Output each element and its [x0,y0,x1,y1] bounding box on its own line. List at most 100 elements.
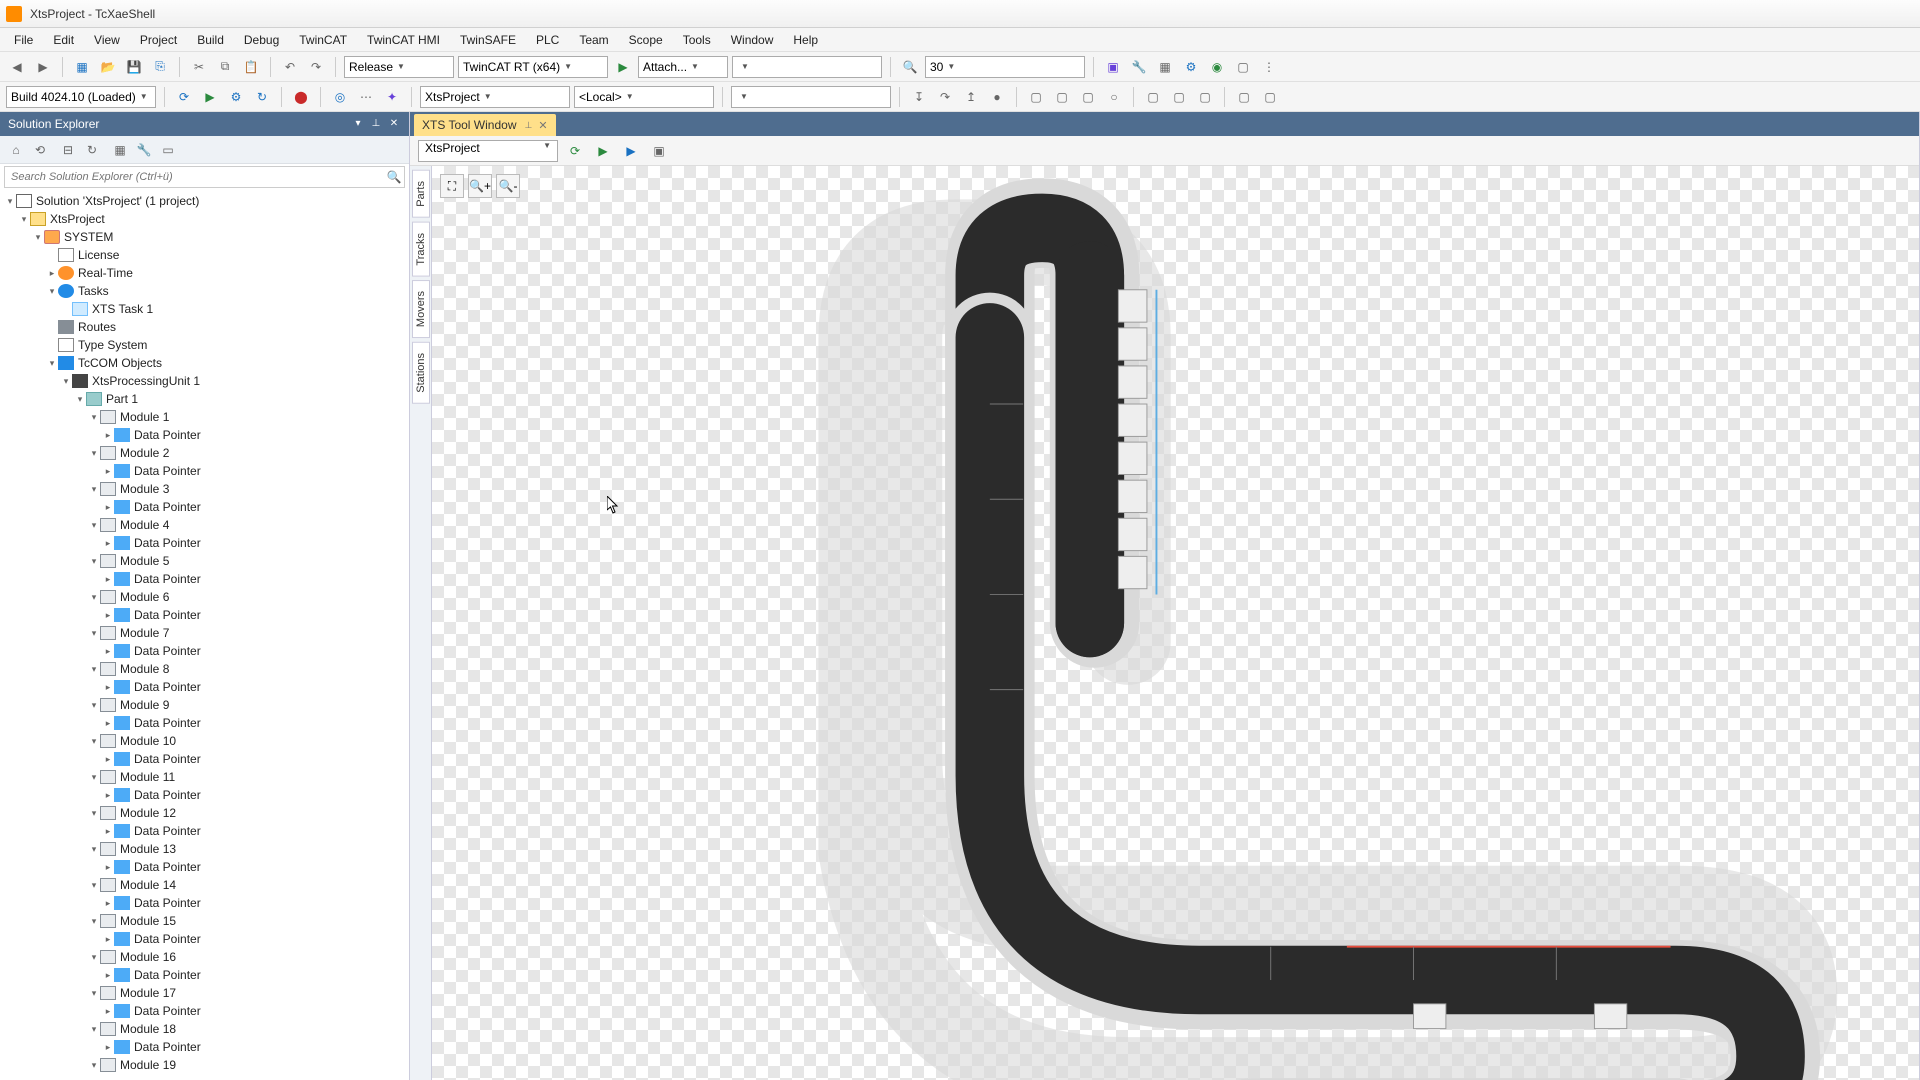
project-dropdown[interactable]: XtsProject▼ [420,86,570,108]
node-task1[interactable]: XTS Task 1 [0,300,409,318]
redo-icon[interactable]: ↷ [305,56,327,78]
tc-icon-1[interactable]: ▣ [1102,56,1124,78]
panel-dropdown-icon[interactable]: ▾ [351,117,365,131]
cut-icon[interactable]: ✂ [188,56,210,78]
tc-icon-2[interactable]: ▦ [1154,56,1176,78]
expander-icon[interactable]: ▾ [46,358,58,369]
node-datapointer-11[interactable]: ▸Data Pointer [0,786,409,804]
expander-icon[interactable]: ▾ [18,214,30,225]
menu-window[interactable]: Window [721,30,784,50]
expander-icon[interactable]: ▾ [88,736,100,747]
step-over-icon[interactable]: ↷ [934,86,956,108]
node-module-15[interactable]: ▾Module 15 [0,912,409,930]
expander-icon[interactable]: ▸ [102,1042,114,1053]
expander-icon[interactable]: ▸ [102,790,114,801]
save-all-icon[interactable]: ⎘ [149,56,171,78]
search-input[interactable] [5,171,384,183]
tc-scope-icon[interactable]: ◎ [329,86,351,108]
node-module-14[interactable]: ▾Module 14 [0,876,409,894]
node-module-18[interactable]: ▾Module 18 [0,1020,409,1038]
node-datapointer-16[interactable]: ▸Data Pointer [0,966,409,984]
node-tccom[interactable]: ▾TcCOM Objects [0,354,409,372]
menu-plc[interactable]: PLC [526,30,569,50]
node-datapointer-7[interactable]: ▸Data Pointer [0,642,409,660]
expander-icon[interactable]: ▸ [102,1006,114,1017]
node-datapointer-12[interactable]: ▸Data Pointer [0,822,409,840]
node-project[interactable]: ▾XtsProject [0,210,409,228]
node-module-3[interactable]: ▾Module 3 [0,480,409,498]
zoom-out-icon[interactable]: 🔍- [496,174,520,198]
side-tab-stations[interactable]: Stations [412,342,430,404]
step-into-icon[interactable]: ↧ [908,86,930,108]
expander-icon[interactable]: ▾ [88,484,100,495]
expander-icon[interactable]: ▾ [88,844,100,855]
bp-icon[interactable]: ● [986,86,1008,108]
node-datapointer-8[interactable]: ▸Data Pointer [0,678,409,696]
expander-icon[interactable]: ▸ [102,862,114,873]
expander-icon[interactable]: ▾ [88,772,100,783]
expander-icon[interactable]: ▸ [102,538,114,549]
preview-icon[interactable]: ▭ [158,140,178,160]
node-module-13[interactable]: ▾Module 13 [0,840,409,858]
menu-edit[interactable]: Edit [43,30,84,50]
wrench-icon[interactable]: 🔧 [1128,56,1150,78]
node-xpu[interactable]: ▾XtsProcessingUnit 1 [0,372,409,390]
tab-close-icon[interactable]: ✕ [538,119,547,132]
build-dropdown[interactable]: Build 4024.10 (Loaded)▼ [6,86,156,108]
search-icon[interactable]: 🔍 [384,170,404,184]
menu-twinsafe[interactable]: TwinSAFE [450,30,526,50]
zoom-fit-icon[interactable]: ⛶ [440,174,464,198]
number-field[interactable]: 30▼ [925,56,1085,78]
expander-icon[interactable]: ▸ [102,898,114,909]
properties-icon[interactable]: 🔧 [134,140,154,160]
side-tab-parts[interactable]: Parts [412,170,430,218]
expander-icon[interactable]: ▾ [88,808,100,819]
node-datapointer-4[interactable]: ▸Data Pointer [0,534,409,552]
side-tab-tracks[interactable]: Tracks [412,222,430,277]
expander-icon[interactable]: ▸ [102,970,114,981]
menu-debug[interactable]: Debug [234,30,289,50]
collapse-icon[interactable]: ⊟ [58,140,78,160]
misc-h-icon[interactable]: ▢ [1233,86,1255,108]
expander-icon[interactable]: ▾ [88,880,100,891]
node-datapointer-14[interactable]: ▸Data Pointer [0,894,409,912]
expander-icon[interactable]: ▾ [88,1060,100,1071]
node-module-10[interactable]: ▾Module 10 [0,732,409,750]
expander-icon[interactable]: ▾ [88,628,100,639]
tc-config-icon[interactable]: ⚙ [225,86,247,108]
node-module-17[interactable]: ▾Module 17 [0,984,409,1002]
tc-stop-icon[interactable]: ⬤ [290,86,312,108]
node-module-6[interactable]: ▾Module 6 [0,588,409,606]
node-datapointer-10[interactable]: ▸Data Pointer [0,750,409,768]
menu-tools[interactable]: Tools [673,30,721,50]
node-module-11[interactable]: ▾Module 11 [0,768,409,786]
misc-i-icon[interactable]: ▢ [1259,86,1281,108]
expander-icon[interactable]: ▾ [88,916,100,927]
expander-icon[interactable]: ▾ [88,952,100,963]
node-module-7[interactable]: ▾Module 7 [0,624,409,642]
panel-pin-icon[interactable]: ⊥ [369,117,383,131]
expander-icon[interactable]: ▾ [88,448,100,459]
expander-icon[interactable]: ▾ [74,394,86,405]
showall-icon[interactable]: ▦ [110,140,130,160]
step-out-icon[interactable]: ↥ [960,86,982,108]
solution-tree[interactable]: ▾Solution 'XtsProject' (1 project)▾XtsPr… [0,190,409,1080]
empty-dropdown[interactable]: ▼ [731,86,891,108]
node-datapointer-15[interactable]: ▸Data Pointer [0,930,409,948]
tc-run-icon[interactable]: ▶ [199,86,221,108]
expander-icon[interactable]: ▸ [102,682,114,693]
attach-dropdown[interactable]: Attach...▼ [638,56,728,78]
doc-play-icon[interactable]: ▶ [592,140,614,162]
node-datapointer-17[interactable]: ▸Data Pointer [0,1002,409,1020]
node-module-4[interactable]: ▾Module 4 [0,516,409,534]
refresh-icon[interactable]: ↻ [82,140,102,160]
expander-icon[interactable]: ▾ [60,376,72,387]
node-module-9[interactable]: ▾Module 9 [0,696,409,714]
misc-c-icon[interactable]: ▢ [1077,86,1099,108]
nav-back-icon[interactable]: ◀ [6,56,28,78]
platform-dropdown[interactable]: TwinCAT RT (x64)▼ [458,56,608,78]
expander-icon[interactable]: ▾ [88,556,100,567]
doc-stop-icon[interactable]: ▣ [648,140,670,162]
explorer-search[interactable]: 🔍 [4,166,405,188]
expander-icon[interactable]: ▾ [46,286,58,297]
